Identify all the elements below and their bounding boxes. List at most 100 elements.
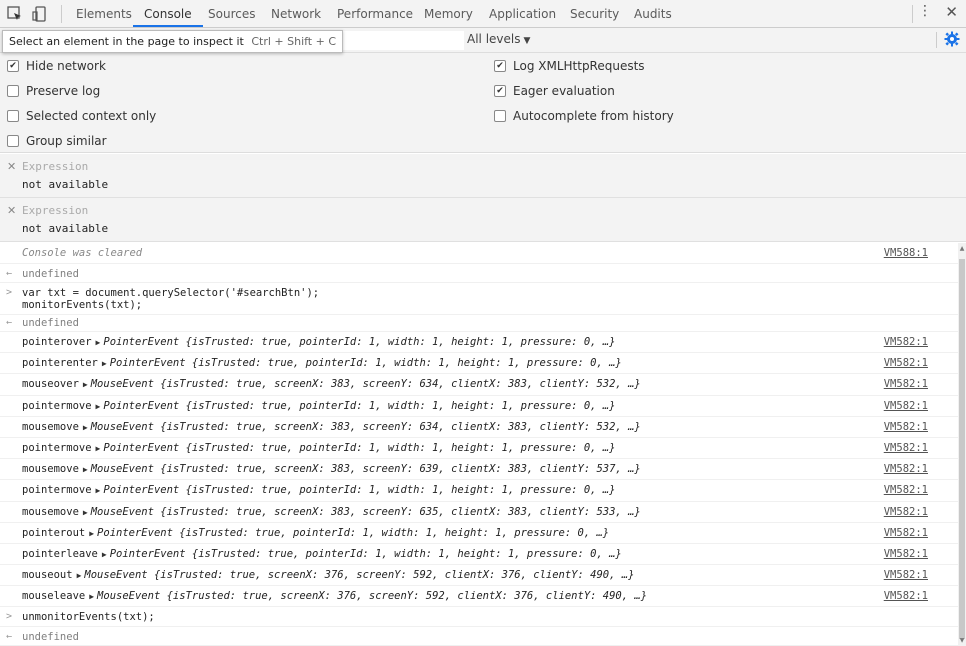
event-args[interactable]: {isTrusted: true, screenX: 376, screenY:…: [154, 569, 634, 581]
expand-triangle-icon[interactable]: ▶: [89, 592, 94, 601]
event-name: pointermove: [22, 399, 92, 412]
event-args[interactable]: {isTrusted: true, screenX: 383, screenY:…: [160, 378, 640, 390]
tab-memory[interactable]: Memory: [413, 0, 484, 27]
eager-evaluation-checkbox[interactable]: ✔: [494, 84, 506, 97]
event-type[interactable]: PointerEvent: [110, 548, 186, 560]
remove-expression-icon[interactable]: ✕: [7, 204, 16, 217]
event-args[interactable]: {isTrusted: true, pointerId: 1, width: 1…: [186, 336, 616, 348]
eager-evaluation-option[interactable]: ✔ Eager evaluation: [494, 82, 615, 100]
event-type[interactable]: PointerEvent: [103, 442, 179, 454]
console-messages[interactable]: Console was cleared VM588:1 ← undefined …: [0, 243, 958, 646]
event-args[interactable]: {isTrusted: true, screenX: 383, screenY:…: [160, 421, 640, 433]
more-options-icon[interactable]: ⋮: [918, 3, 932, 19]
event-type[interactable]: PointerEvent: [103, 336, 179, 348]
tab-sources[interactable]: Sources: [197, 0, 266, 27]
source-link[interactable]: VM582:1: [884, 484, 928, 497]
event-type[interactable]: MouseEvent: [91, 378, 154, 390]
result-value: undefined: [22, 317, 79, 329]
event-args[interactable]: {isTrusted: true, screenX: 376, screenY:…: [167, 590, 647, 602]
log-levels-dropdown[interactable]: All levels ▼: [467, 32, 530, 46]
event-text: mousemove ▶ MouseEvent {isTrusted: true, s…: [22, 463, 641, 476]
autocomplete-option[interactable]: Autocomplete from history: [494, 107, 674, 125]
expand-triangle-icon[interactable]: ▶: [83, 423, 88, 432]
group-similar-checkbox[interactable]: [7, 134, 19, 147]
source-link[interactable]: VM582:1: [884, 463, 928, 476]
source-link[interactable]: VM582:1: [884, 357, 928, 370]
expand-triangle-icon[interactable]: ▶: [96, 444, 101, 453]
device-toolbar-icon[interactable]: [31, 5, 49, 23]
expand-triangle-icon[interactable]: ▶: [96, 402, 101, 411]
remove-expression-icon[interactable]: ✕: [7, 160, 16, 173]
preserve-log-checkbox[interactable]: [7, 84, 19, 97]
source-link[interactable]: VM582:1: [884, 336, 928, 349]
gear-icon[interactable]: [944, 31, 960, 47]
tab-security[interactable]: Security: [559, 0, 630, 27]
selected-context-checkbox[interactable]: [7, 109, 19, 122]
scrollbar-thumb[interactable]: [959, 259, 965, 639]
source-link[interactable]: VM582:1: [884, 590, 928, 603]
tab-application[interactable]: Application: [478, 0, 567, 27]
event-text: pointerout ▶ PointerEvent {isTrusted: true…: [22, 527, 609, 540]
expand-triangle-icon[interactable]: ▶: [77, 571, 82, 580]
group-similar-option[interactable]: Group similar: [7, 132, 107, 150]
expand-triangle-icon[interactable]: ▶: [83, 380, 88, 389]
expand-triangle-icon[interactable]: ▶: [83, 508, 88, 517]
source-link[interactable]: VM582:1: [884, 548, 928, 561]
event-type[interactable]: PointerEvent: [103, 400, 179, 412]
scroll-up-icon[interactable]: ▲: [958, 245, 966, 252]
event-args[interactable]: {isTrusted: true, pointerId: 1, width: 1…: [192, 357, 622, 369]
expand-triangle-icon[interactable]: ▶: [96, 338, 101, 347]
selected-context-option[interactable]: Selected context only: [7, 107, 156, 125]
tab-console[interactable]: Console: [133, 0, 203, 27]
hide-network-option[interactable]: ✔ Hide network: [7, 57, 106, 75]
expand-triangle-icon[interactable]: ▶: [102, 359, 107, 368]
event-args[interactable]: {isTrusted: true, screenX: 383, screenY:…: [160, 506, 640, 518]
source-link[interactable]: VM582:1: [884, 378, 928, 391]
event-type[interactable]: MouseEvent: [91, 421, 154, 433]
event-type[interactable]: MouseEvent: [97, 590, 160, 602]
event-type[interactable]: MouseEvent: [91, 506, 154, 518]
event-args[interactable]: {isTrusted: true, screenX: 383, screenY:…: [160, 463, 640, 475]
tab-elements[interactable]: Elements: [65, 0, 143, 27]
result-value: undefined: [22, 631, 79, 644]
event-name: pointermove: [22, 441, 92, 454]
input-code: unmonitorEvents(txt);: [22, 611, 155, 624]
event-args[interactable]: {isTrusted: true, pointerId: 1, width: 1…: [186, 484, 616, 496]
scroll-down-icon[interactable]: ▼: [958, 637, 966, 644]
inspect-element-icon[interactable]: [6, 5, 24, 23]
expand-triangle-icon[interactable]: ▶: [96, 486, 101, 495]
event-type[interactable]: MouseEvent: [91, 463, 154, 475]
event-type[interactable]: PointerEvent: [110, 357, 186, 369]
expand-triangle-icon[interactable]: ▶: [102, 550, 107, 559]
log-xhr-checkbox[interactable]: ✔: [494, 59, 506, 72]
source-link[interactable]: VM582:1: [884, 527, 928, 540]
source-link[interactable]: VM582:1: [884, 569, 928, 582]
hide-network-checkbox[interactable]: ✔: [7, 59, 19, 72]
preserve-log-option[interactable]: Preserve log: [7, 82, 100, 100]
log-xhr-option[interactable]: ✔ Log XMLHttpRequests: [494, 57, 645, 75]
expand-triangle-icon[interactable]: ▶: [83, 465, 88, 474]
tab-network[interactable]: Network: [260, 0, 332, 27]
event-type[interactable]: MouseEvent: [84, 569, 147, 581]
close-icon[interactable]: ✕: [945, 3, 958, 21]
event-args[interactable]: {isTrusted: true, pointerId: 1, width: 1…: [186, 400, 616, 412]
event-args[interactable]: {isTrusted: true, pointerId: 1, width: 1…: [179, 527, 609, 539]
expand-triangle-icon[interactable]: ▶: [89, 529, 94, 538]
expression-label[interactable]: Expression: [22, 204, 88, 217]
source-link[interactable]: VM582:1: [884, 506, 928, 519]
event-type[interactable]: PointerEvent: [103, 484, 179, 496]
event-type[interactable]: PointerEvent: [97, 527, 173, 539]
source-link[interactable]: VM588:1: [884, 247, 928, 260]
source-link[interactable]: VM582:1: [884, 421, 928, 434]
event-args[interactable]: {isTrusted: true, pointerId: 1, width: 1…: [192, 548, 622, 560]
source-link[interactable]: VM582:1: [884, 442, 928, 455]
event-args[interactable]: {isTrusted: true, pointerId: 1, width: 1…: [186, 442, 616, 454]
tab-audits[interactable]: Audits: [623, 0, 683, 27]
console-scrollbar[interactable]: ▲ ▼: [958, 243, 966, 646]
tab-performance[interactable]: Performance: [326, 0, 424, 27]
source-link[interactable]: VM582:1: [884, 400, 928, 413]
expression-label[interactable]: Expression: [22, 160, 88, 173]
chevron-down-icon: ▼: [523, 36, 531, 46]
console-input: > var txt = document.querySelector('#sea…: [0, 283, 958, 315]
autocomplete-checkbox[interactable]: [494, 109, 506, 122]
